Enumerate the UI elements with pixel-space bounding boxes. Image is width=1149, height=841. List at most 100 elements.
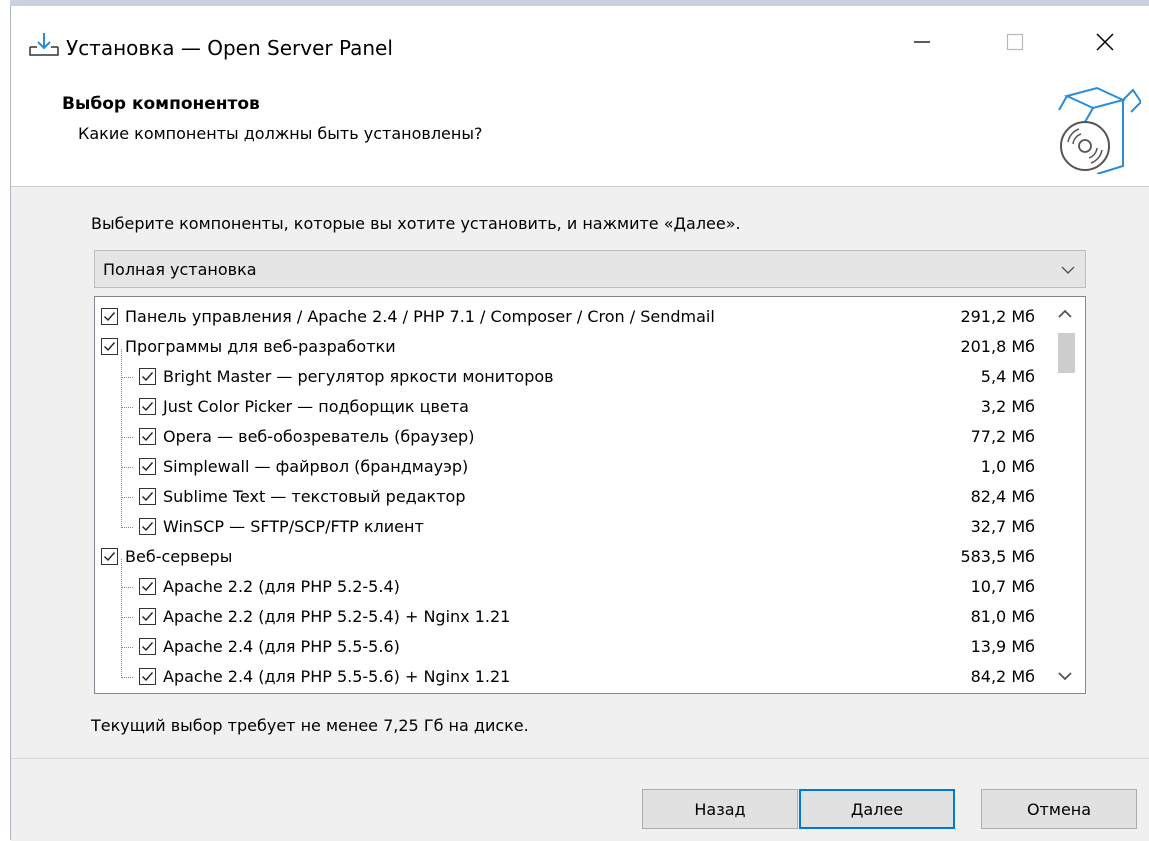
component-label: Simplewall — файрвол (брандмауэр) bbox=[163, 457, 469, 476]
checkmark-icon bbox=[142, 372, 154, 382]
component-label: Apache 2.2 (для PHP 5.2-5.4) bbox=[163, 577, 400, 596]
component-label: Sublime Text — текстовый редактор bbox=[163, 487, 466, 506]
component-size: 201,8 Мб bbox=[960, 337, 1035, 356]
component-checkbox[interactable] bbox=[139, 488, 156, 505]
checkmark-icon bbox=[142, 462, 154, 472]
component-size: 291,2 Мб bbox=[960, 307, 1035, 326]
instruction-text: Выберите компоненты, которые вы хотите у… bbox=[91, 214, 741, 233]
component-checkbox[interactable] bbox=[139, 578, 156, 595]
component-label: Apache 2.2 (для PHP 5.2-5.4) + Nginx 1.2… bbox=[163, 607, 511, 626]
chevron-down-icon bbox=[1061, 266, 1075, 274]
close-icon bbox=[1096, 33, 1114, 51]
component-row[interactable]: Веб-серверы 583,5 Мб bbox=[95, 543, 1045, 573]
tree-connector bbox=[121, 437, 133, 438]
components-list[interactable]: Панель управления / Apache 2.4 / PHP 7.1… bbox=[94, 296, 1086, 694]
tree-connector bbox=[121, 497, 133, 498]
component-row[interactable]: Apache 2.4 (для PHP 5.5-5.6) 13,9 Мб bbox=[95, 619, 1045, 663]
checkmark-icon bbox=[104, 342, 116, 352]
component-label: Apache 2.4 (для PHP 5.5-5.6) bbox=[163, 637, 400, 656]
component-size: 77,2 Мб bbox=[970, 427, 1035, 446]
vertical-scrollbar[interactable] bbox=[1047, 297, 1084, 693]
checkmark-icon bbox=[142, 492, 154, 502]
component-row[interactable]: Apache 2.2 (для PHP 5.2-5.4) + Nginx 1.2… bbox=[95, 589, 1045, 633]
component-checkbox[interactable] bbox=[101, 308, 118, 325]
checkmark-icon bbox=[142, 582, 154, 592]
tree-line bbox=[121, 409, 122, 438]
checkmark-icon bbox=[142, 642, 154, 652]
component-label: Веб-серверы bbox=[125, 547, 233, 566]
component-size: 3,2 Мб bbox=[980, 397, 1035, 416]
page-header: Выбор компонентов Какие компоненты должн… bbox=[11, 76, 1149, 187]
component-label: WinSCP — SFTP/SCP/FTP клиент bbox=[163, 517, 424, 536]
tree-line bbox=[121, 349, 122, 378]
component-size: 81,0 Мб bbox=[970, 607, 1035, 626]
component-label: Just Color Picker — подборщик цвета bbox=[163, 397, 469, 416]
component-size: 5,4 Мб bbox=[980, 367, 1035, 386]
tree-connector bbox=[121, 587, 133, 588]
component-checkbox[interactable] bbox=[139, 368, 156, 385]
scrollbar-thumb[interactable] bbox=[1058, 333, 1075, 373]
component-row[interactable]: Just Color Picker — подборщик цвета 3,2 М… bbox=[95, 379, 1045, 423]
component-row[interactable]: Панель управления / Apache 2.4 / PHP 7.1… bbox=[95, 303, 1045, 333]
component-checkbox[interactable] bbox=[139, 638, 156, 655]
title-bar[interactable]: Установка — Open Server Panel bbox=[11, 6, 1149, 76]
checkmark-icon bbox=[142, 432, 154, 442]
component-checkbox[interactable] bbox=[139, 518, 156, 535]
component-row[interactable]: WinSCP — SFTP/SCP/FTP клиент 32,7 Мб bbox=[95, 499, 1045, 543]
component-size: 10,7 Мб bbox=[970, 577, 1035, 596]
component-size: 583,5 Мб bbox=[960, 547, 1035, 566]
cancel-button[interactable]: Отмена bbox=[981, 789, 1137, 829]
component-checkbox[interactable] bbox=[139, 428, 156, 445]
tree-connector bbox=[121, 677, 133, 678]
component-checkbox[interactable] bbox=[139, 398, 156, 415]
component-size: 84,2 Мб bbox=[970, 667, 1035, 686]
page-subtitle: Какие компоненты должны быть установлены… bbox=[78, 124, 483, 143]
disk-space-info: Текущий выбор требует не менее 7,25 Гб н… bbox=[91, 716, 529, 735]
tree-connector bbox=[121, 377, 133, 378]
tree-line bbox=[121, 439, 122, 468]
page-title: Выбор компонентов bbox=[62, 94, 260, 114]
component-checkbox[interactable] bbox=[101, 338, 118, 355]
component-size: 82,4 Мб bbox=[970, 487, 1035, 506]
tree-connector bbox=[121, 467, 133, 468]
window-title: Установка — Open Server Panel bbox=[66, 36, 393, 60]
back-button[interactable]: Назад bbox=[642, 789, 798, 829]
next-button[interactable]: Далее bbox=[799, 789, 955, 829]
component-row[interactable]: Программы для веб-разработки 201,8 Мб bbox=[95, 333, 1045, 363]
tree-line bbox=[121, 559, 122, 588]
component-checkbox[interactable] bbox=[139, 608, 156, 625]
maximize-icon bbox=[1006, 33, 1024, 51]
close-button[interactable] bbox=[1059, 6, 1149, 78]
component-checkbox[interactable] bbox=[139, 458, 156, 475]
checkmark-icon bbox=[142, 612, 154, 622]
tree-connector bbox=[121, 647, 133, 648]
scroll-up-icon[interactable] bbox=[1057, 307, 1073, 321]
tree-line bbox=[121, 649, 122, 678]
tree-connector bbox=[121, 407, 133, 408]
component-row[interactable]: Apache 2.4 (для PHP 5.5-5.6) + Nginx 1.2… bbox=[95, 649, 1045, 693]
button-bar: Назад Далее Отмена bbox=[11, 758, 1149, 841]
install-type-select[interactable]: Полная установка bbox=[94, 250, 1086, 288]
tree-line bbox=[121, 589, 122, 618]
maximize-button[interactable] bbox=[969, 6, 1061, 78]
tree-line bbox=[121, 469, 122, 498]
component-row[interactable]: Apache 2.2 (для PHP 5.2-5.4) 10,7 Мб bbox=[95, 559, 1045, 603]
component-row[interactable]: Bright Master — регулятор яркости монито… bbox=[95, 349, 1045, 393]
component-checkbox[interactable] bbox=[139, 668, 156, 685]
minimize-button[interactable] bbox=[876, 6, 968, 78]
component-label: Opera — веб-обозреватель (браузер) bbox=[163, 427, 475, 446]
installer-window: Установка — Open Server Panel Выбор комп… bbox=[11, 6, 1149, 841]
tree-connector bbox=[121, 617, 133, 618]
checkmark-icon bbox=[104, 552, 116, 562]
component-checkbox[interactable] bbox=[101, 548, 118, 565]
component-row[interactable]: Opera — веб-обозреватель (браузер) 77,2 М… bbox=[95, 409, 1045, 453]
tree-connector bbox=[121, 527, 133, 528]
background-window-edge bbox=[0, 0, 11, 840]
component-label: Apache 2.4 (для PHP 5.5-5.6) + Nginx 1.2… bbox=[163, 667, 511, 686]
component-label: Панель управления / Apache 2.4 / PHP 7.1… bbox=[125, 307, 715, 326]
component-row[interactable]: Sublime Text — текстовый редактор 82,4 Мб bbox=[95, 469, 1045, 513]
component-row[interactable]: Simplewall — файрвол (брандмауэр) 1,0 Мб bbox=[95, 439, 1045, 483]
checkmark-icon bbox=[104, 312, 116, 322]
scroll-down-icon[interactable] bbox=[1057, 669, 1073, 683]
tree-line bbox=[121, 379, 122, 408]
